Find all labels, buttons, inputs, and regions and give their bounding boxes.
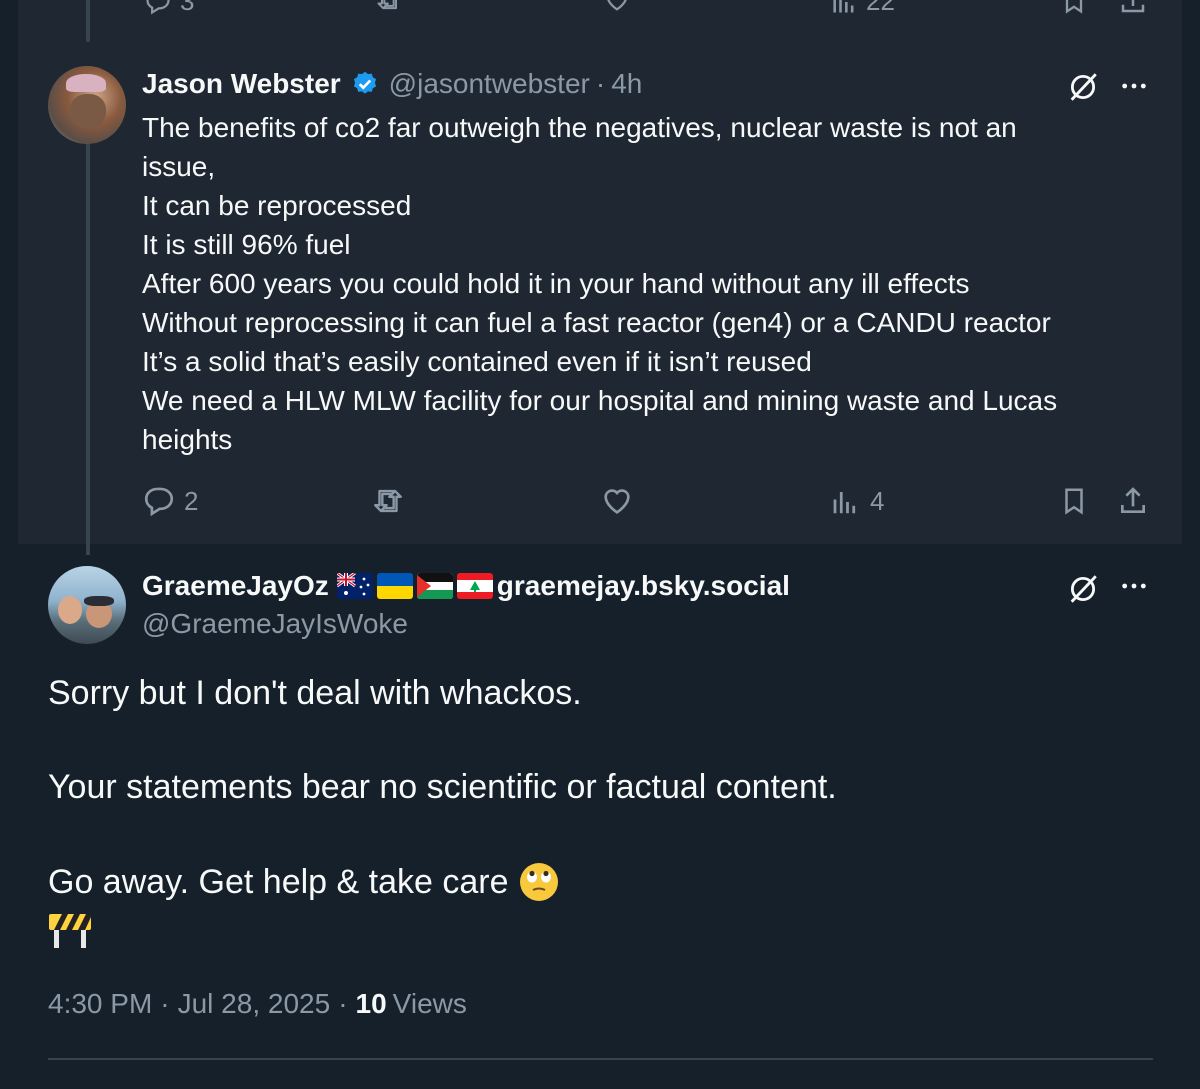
- flag-australia-icon: [336, 573, 373, 599]
- face-with-rolling-eyes-icon: [519, 862, 559, 902]
- flag-group: [336, 573, 493, 599]
- reply-repost-button[interactable]: [370, 484, 406, 518]
- views-icon: [833, 491, 856, 513]
- reply-text-line: issue,: [142, 151, 216, 182]
- reply-text-line: heights: [142, 424, 233, 455]
- avatar-jason[interactable]: [48, 66, 126, 144]
- thread-connector-line-2: [86, 140, 90, 555]
- heart-icon: [607, 0, 627, 11]
- reply-like-button[interactable]: [599, 484, 635, 518]
- main-text-line-2: Your statements bear no scientific or fa…: [48, 768, 837, 806]
- main-date[interactable]: Jul 28, 2025: [178, 988, 331, 1020]
- main-author-name[interactable]: GraemeJayOz: [142, 570, 329, 602]
- main-text-line-3-text: Go away. Get help & take care: [48, 862, 509, 901]
- more-options-button[interactable]: [1118, 70, 1150, 102]
- reply-author-name[interactable]: Jason Webster: [142, 68, 341, 100]
- verified-badge-icon: [351, 70, 379, 98]
- grok-button[interactable]: [1066, 70, 1100, 104]
- main-time[interactable]: 4:30 PM: [48, 988, 152, 1020]
- main-meta-separator: ·: [160, 988, 170, 1019]
- reply-text-line: Without reprocessing it can fuel a fast …: [142, 307, 1051, 338]
- reply-icon: [146, 0, 170, 15]
- reply-reply-count: 2: [184, 485, 199, 516]
- main-meta: 4:30 PM · Jul 28, 2025 · 10 Views: [48, 988, 467, 1020]
- reply-views-button[interactable]: 4: [830, 486, 884, 517]
- reply-text-line: The benefits of co2 far outweigh the neg…: [142, 112, 1017, 143]
- main-author-name-suffix: graemejay.bsky.social: [496, 570, 790, 601]
- share-icon: [1121, 0, 1145, 13]
- prev-like-button[interactable]: [600, 0, 634, 14]
- reply-timestamp[interactable]: 4h: [611, 68, 642, 100]
- divider: [48, 1058, 1153, 1060]
- reply-separator: ·: [595, 68, 606, 99]
- main-author-line[interactable]: GraemeJayOz graemejay.bsky.social: [142, 570, 790, 602]
- prev-views-button[interactable]: 22: [830, 0, 895, 17]
- reply-handle[interactable]: @jasontwebster: [389, 68, 590, 100]
- grok-icon: [1070, 73, 1097, 101]
- main-author-handle[interactable]: @GraemeJayIsWoke: [142, 608, 408, 640]
- reply-reply-button[interactable]: 2: [142, 484, 198, 518]
- reply-icon: [144, 487, 174, 517]
- share-icon: [1121, 487, 1145, 513]
- bookmark-icon: [1065, 0, 1083, 14]
- reply-share-button[interactable]: [1117, 484, 1149, 518]
- thread-connector-line: [86, 0, 90, 42]
- more-icon: [1122, 583, 1146, 589]
- avatar-graeme[interactable]: [48, 566, 126, 644]
- prev-reply-button[interactable]: 3: [142, 0, 194, 17]
- reply-text-line: We need a HLW MLW facility for our hospi…: [142, 385, 1058, 416]
- flag-ukraine-icon: [376, 573, 413, 599]
- main-views-count[interactable]: 10: [356, 988, 387, 1020]
- main-meta-separator: ·: [338, 988, 348, 1019]
- repost-icon: [374, 489, 402, 513]
- construction-barrier-icon: [48, 912, 92, 948]
- more-options-button[interactable]: [1118, 570, 1150, 602]
- flag-palestine-icon: [416, 573, 453, 599]
- prev-reply-count: 3: [180, 0, 195, 16]
- main-text-line-3: Go away. Get help & take care: [48, 862, 559, 902]
- flag-lebanon-icon: [456, 573, 493, 599]
- prev-repost-button[interactable]: [372, 0, 406, 14]
- reply-header: Jason Webster @jasontwebster · 4h: [142, 68, 642, 100]
- prev-bookmark-button[interactable]: [1060, 0, 1088, 16]
- grok-icon: [1070, 575, 1097, 603]
- repost-icon: [377, 0, 397, 10]
- main-text-line-1: Sorry but I don't deal with whackos.: [48, 674, 582, 712]
- grok-button[interactable]: [1066, 572, 1100, 606]
- prev-views-count: 22: [866, 0, 895, 16]
- more-icon: [1122, 83, 1146, 89]
- reply-text: The benefits of co2 far outweigh the neg…: [142, 108, 1142, 459]
- reply-text-line: After 600 years you could hold it in you…: [142, 268, 970, 299]
- reply-bookmark-button[interactable]: [1059, 484, 1089, 518]
- heart-icon: [604, 489, 630, 514]
- bookmark-icon: [1065, 488, 1083, 515]
- prev-share-button[interactable]: [1118, 0, 1148, 16]
- views-icon: [833, 0, 854, 12]
- reply-text-line: It can be reprocessed: [142, 190, 412, 221]
- main-views-label[interactable]: Views: [393, 988, 467, 1020]
- reply-text-line: It’s a solid that’s easily contained eve…: [142, 346, 812, 377]
- reply-views-count: 4: [870, 486, 885, 516]
- reply-text-line: It is still 96% fuel: [142, 229, 351, 260]
